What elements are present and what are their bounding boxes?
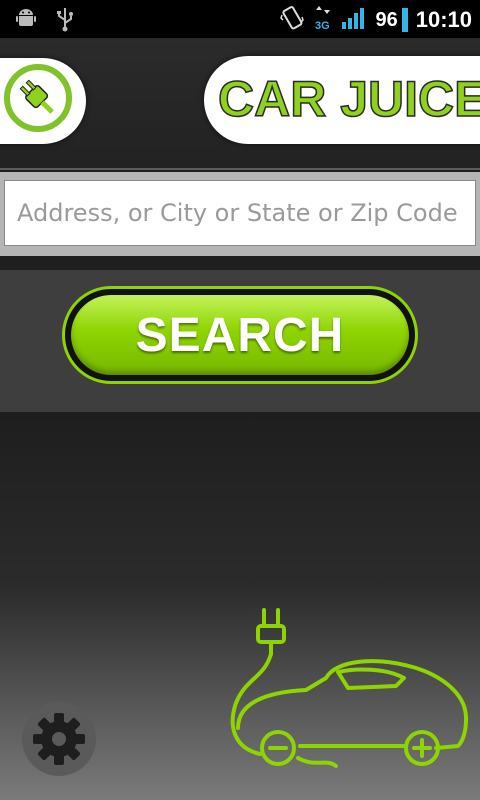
plug-badge-icon	[4, 64, 72, 132]
usb-icon	[54, 6, 76, 36]
signal-icon	[341, 6, 367, 34]
battery-icon	[401, 8, 408, 32]
app-logo[interactable]	[0, 58, 86, 144]
main-area	[0, 412, 480, 800]
electric-car-plug-illustration	[226, 598, 472, 788]
3g-data-icon: 3G	[313, 4, 333, 36]
status-bar: 3G 96 10:10	[0, 0, 480, 38]
search-band: SEARCH	[0, 270, 480, 412]
clock: 10:10	[415, 7, 472, 32]
app-title-banner: CAR JUICE	[204, 56, 480, 144]
app-title: CAR JUICE	[217, 70, 480, 128]
search-button[interactable]: SEARCH	[62, 286, 418, 384]
search-input-container	[0, 172, 480, 256]
battery-level: 96	[375, 8, 398, 31]
search-button-face: SEARCH	[71, 295, 409, 375]
address-search-input[interactable]	[4, 180, 476, 246]
app-header: CAR JUICE	[0, 38, 480, 168]
android-debug-icon	[14, 6, 38, 36]
header-divider	[0, 168, 480, 170]
vibrate-icon	[279, 5, 305, 35]
gear-icon[interactable]	[20, 700, 98, 778]
search-button-label: SEARCH	[135, 308, 345, 362]
svg-text:3G: 3G	[315, 20, 330, 32]
